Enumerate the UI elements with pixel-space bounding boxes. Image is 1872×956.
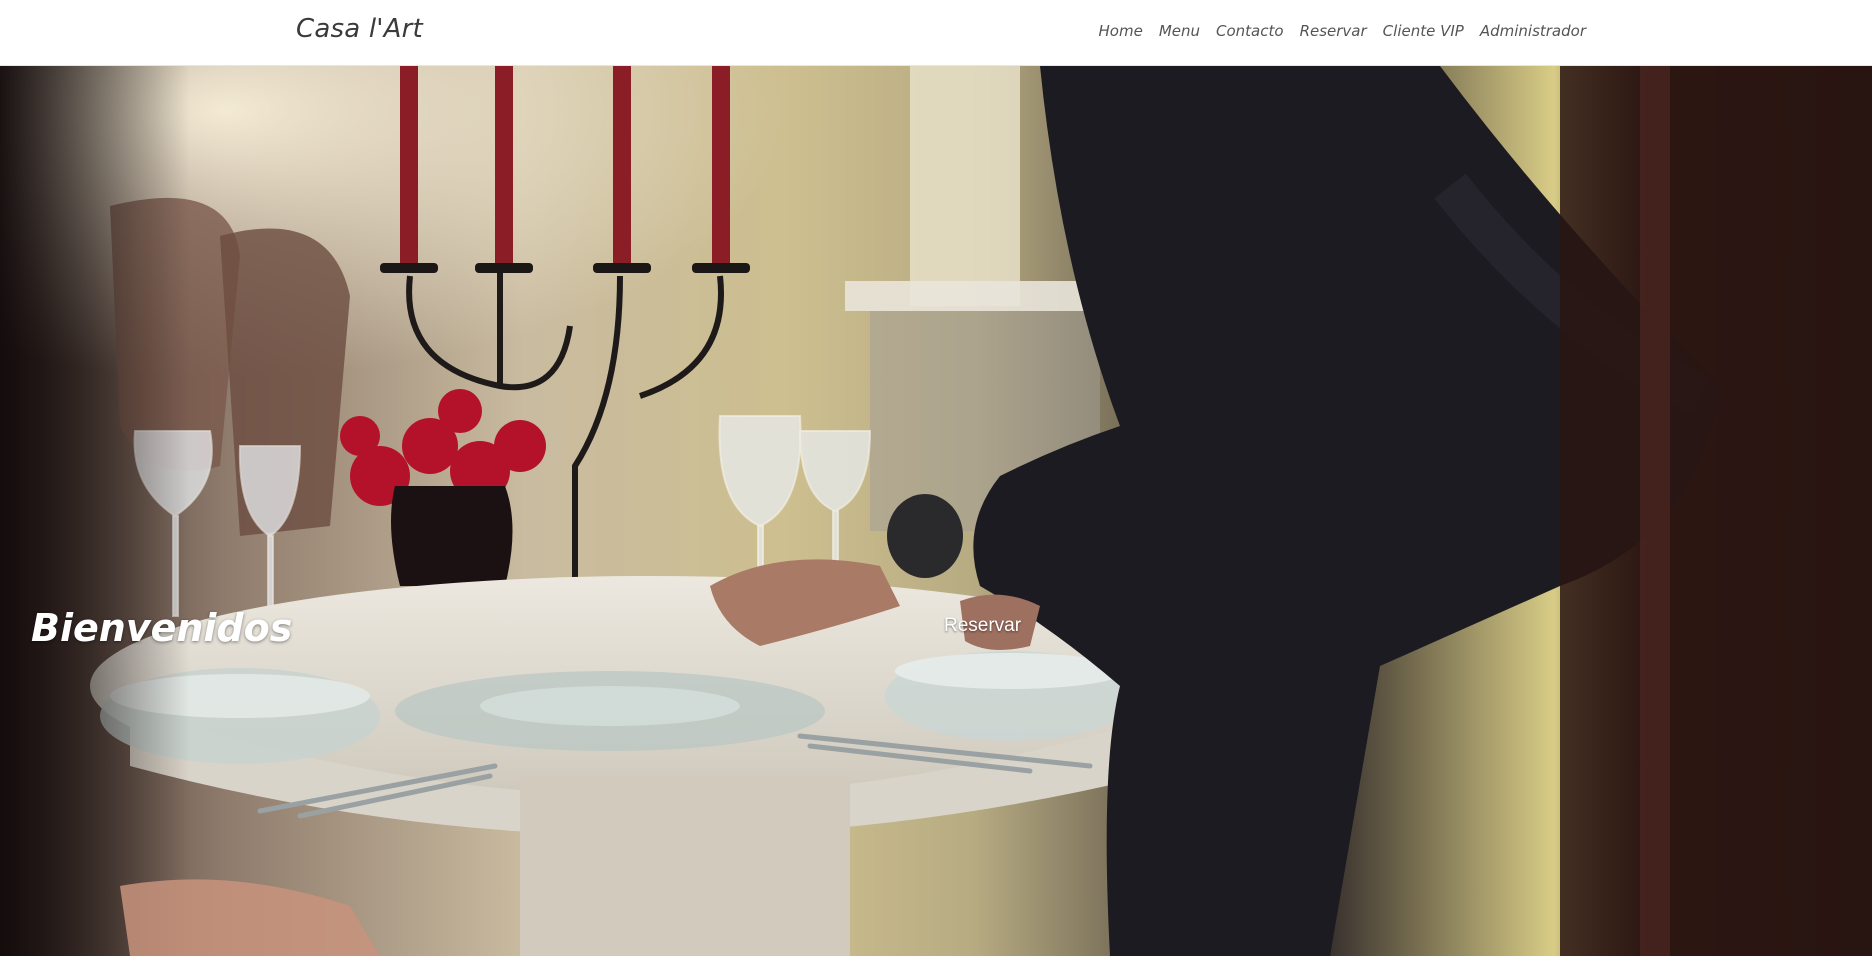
nav-administrador-link[interactable]: Administrador <box>1480 22 1586 40</box>
main-nav: Home Menu Contacto Reservar Cliente VIP … <box>1083 22 1586 40</box>
nav-reservar-link[interactable]: Reservar <box>1300 22 1367 40</box>
nav-home-link[interactable]: Home <box>1099 22 1143 40</box>
restaurant-table-scene-image <box>0 66 1872 956</box>
nav-cliente-vip-link[interactable]: Cliente VIP <box>1383 22 1464 40</box>
nav-menu-link[interactable]: Menu <box>1159 22 1200 40</box>
nav-contacto-link[interactable]: Contacto <box>1216 22 1284 40</box>
hero-headline: Bienvenidos <box>31 606 293 650</box>
hero-reservar-link[interactable]: Reservar <box>944 615 1021 637</box>
top-navbar: Casa l'Art Home Menu Contacto Reservar C… <box>0 0 1872 66</box>
brand-logo-link[interactable]: Casa l'Art <box>296 14 423 44</box>
hero-section: Bienvenidos Reservar <box>0 66 1872 956</box>
